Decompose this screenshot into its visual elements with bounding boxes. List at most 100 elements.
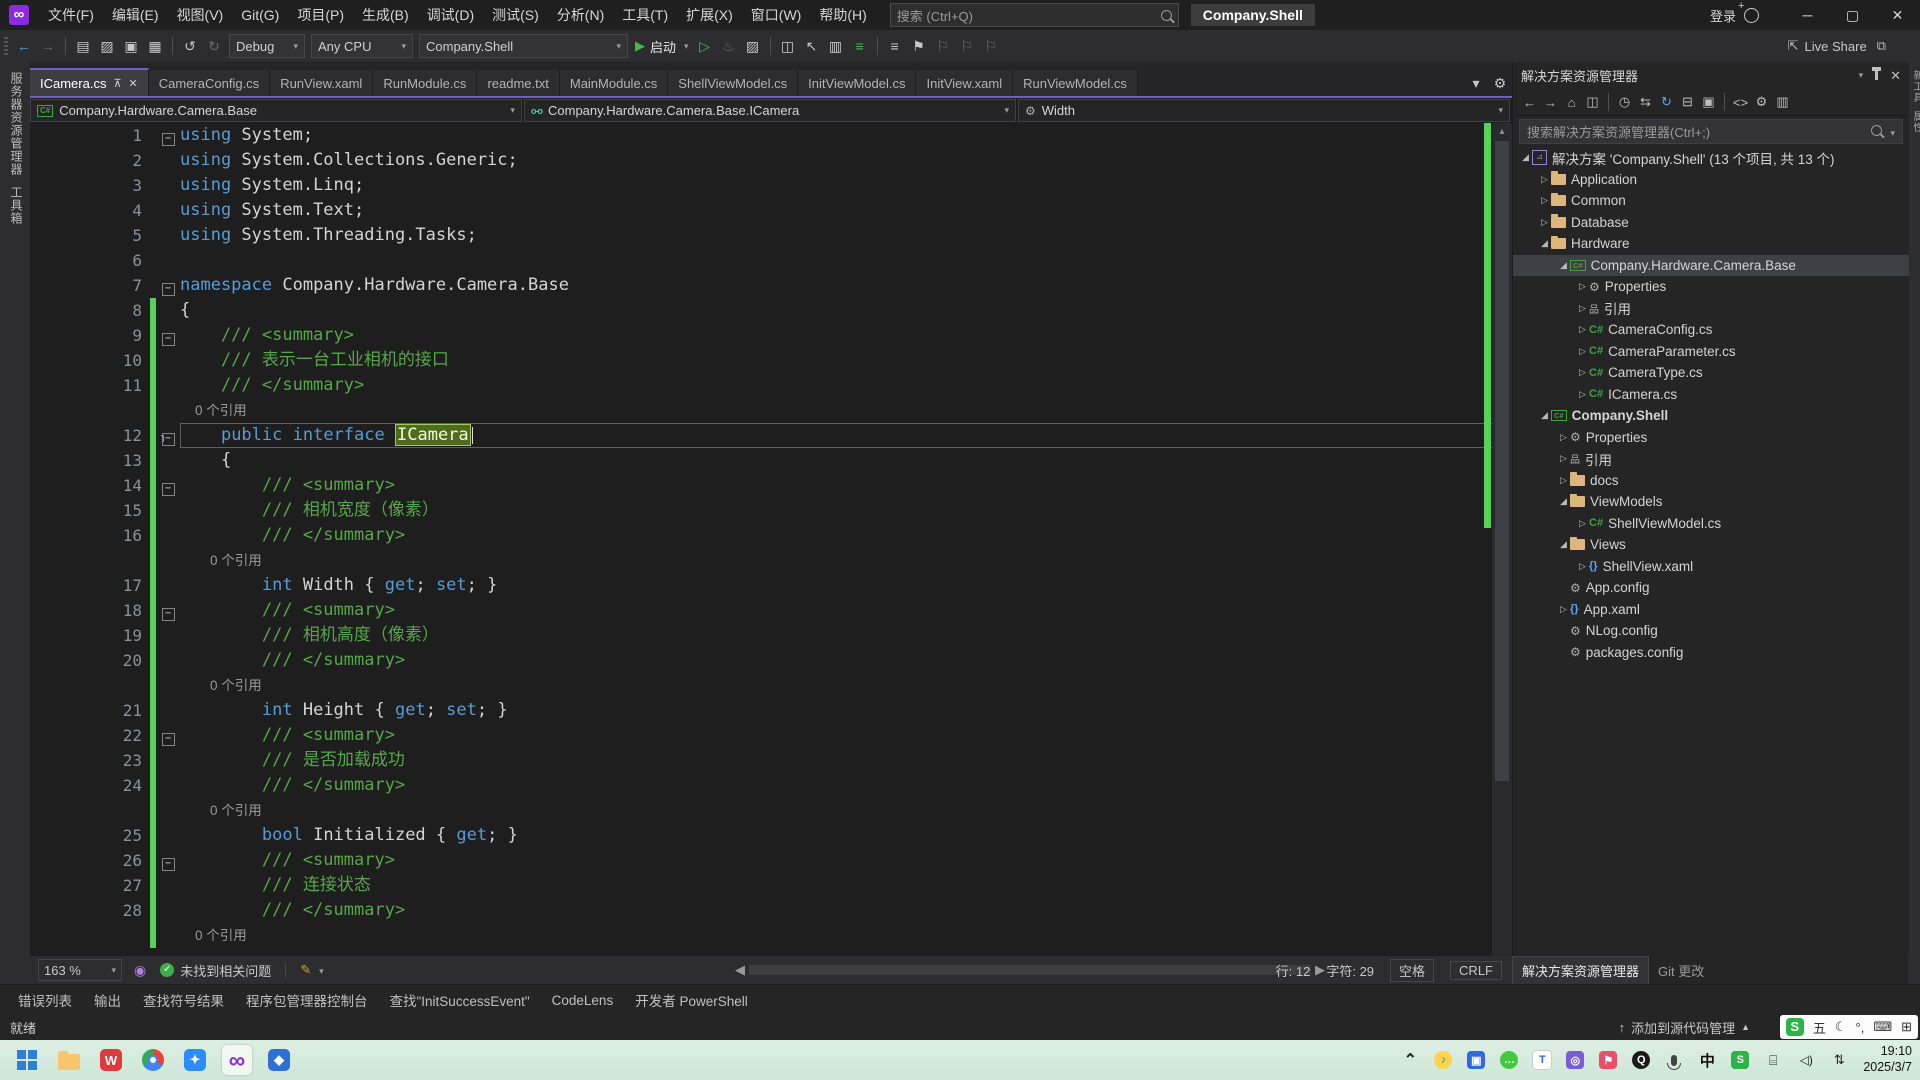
tray-volume[interactable]: ◁) <box>1796 1050 1816 1070</box>
menu-调试(D)[interactable]: 调试(D) <box>418 0 483 30</box>
doc-tab-RunView.xaml[interactable]: RunView.xaml <box>270 70 373 96</box>
spaces-indicator[interactable]: 空格 <box>1390 959 1434 982</box>
select-tool-button[interactable]: ↖ <box>801 35 823 57</box>
clear-bookmarks-button[interactable]: ⚐ <box>980 35 1002 57</box>
se-preview-button[interactable]: ▣ <box>1698 94 1719 110</box>
se-forward-button[interactable]: → <box>1540 95 1561 110</box>
hscroll-track[interactable] <box>749 965 1311 975</box>
tree-item-ShellViewModel.cs[interactable]: ▷C#ShellViewModel.cs <box>1513 513 1909 535</box>
minimize-button[interactable]: ─ <box>1785 0 1830 30</box>
code-fix-icon[interactable]: ✎▾ <box>300 962 323 978</box>
panel-close-icon[interactable]: ✕ <box>1890 68 1901 84</box>
fold-column[interactable]: − <box>156 848 180 873</box>
tree-item-引用[interactable]: ▷品引用 <box>1513 448 1909 470</box>
tree-item-ShellView.xaml[interactable]: ▷{}ShellView.xaml <box>1513 556 1909 578</box>
health-message[interactable]: 未找到相关问题 <box>180 961 271 980</box>
fold-marker-icon[interactable]: − <box>162 483 175 496</box>
tray-sogou[interactable]: S <box>1730 1050 1750 1070</box>
tray-network[interactable]: ⇅ <box>1829 1050 1849 1070</box>
expand-arrow-icon[interactable]: ▷ <box>1557 453 1570 464</box>
bottom-tab-查找符号结果[interactable]: 查找符号结果 <box>139 987 228 1013</box>
quick-search-input[interactable]: 搜索 (Ctrl+Q) <box>890 3 1179 27</box>
document-health-icon[interactable]: ◉ <box>134 962 146 979</box>
expand-arrow-icon[interactable]: ▷ <box>1576 518 1589 529</box>
ime-night-icon[interactable]: ☾ <box>1835 1019 1847 1035</box>
taskbar-clock[interactable]: 19:102025/3/7 <box>1863 1044 1912 1075</box>
save-all-button[interactable]: ▦ <box>144 35 166 57</box>
tree-item-Hardware[interactable]: ◢Hardware <box>1513 233 1909 255</box>
platform-select[interactable]: Any CPU▾ <box>311 34 413 58</box>
se-sync-button[interactable]: ⇆ <box>1635 94 1656 110</box>
expand-arrow-icon[interactable]: ◢ <box>1538 410 1551 421</box>
menu-Git(G)[interactable]: Git(G) <box>232 0 288 30</box>
expand-arrow-icon[interactable]: ▷ <box>1538 174 1551 185</box>
se-new-view-button[interactable]: ▥ <box>1772 94 1793 110</box>
panel-menu-icon[interactable]: ▾ <box>1859 70 1864 81</box>
doc-tab-CameraConfig.cs[interactable]: CameraConfig.cs <box>149 70 270 96</box>
expand-arrow-icon[interactable]: ▷ <box>1557 475 1570 486</box>
doc-tab-ShellViewModel.cs[interactable]: ShellViewModel.cs <box>668 70 798 96</box>
fold-marker-icon[interactable]: − <box>162 733 175 746</box>
tree-item-引用[interactable]: ▷品引用 <box>1513 298 1909 320</box>
start-without-debugging-button[interactable]: ▷ <box>694 35 716 57</box>
scrollbar-thumb[interactable] <box>1495 141 1509 781</box>
panel-tab-Git 更改[interactable]: Git 更改 <box>1649 957 1713 984</box>
window-layout-button[interactable]: ◫ <box>777 35 799 57</box>
debug-config-select[interactable]: Debug▾ <box>229 34 305 58</box>
breadcrumb-segment-2[interactable]: ⚙Width▾ <box>1018 99 1510 122</box>
solution-explorer-search-input[interactable]: 搜索解决方案资源管理器(Ctrl+;) ▾ <box>1519 119 1903 144</box>
save-button[interactable]: ▣ <box>120 35 142 57</box>
se-properties-button[interactable]: ⚙ <box>1751 94 1772 110</box>
expand-arrow-icon[interactable]: ▷ <box>1576 561 1589 572</box>
expand-arrow-icon[interactable]: ◢ <box>1557 496 1570 507</box>
expand-arrow-icon[interactable]: ▷ <box>1557 432 1570 443</box>
tray-pink-app[interactable]: ⚑ <box>1598 1050 1618 1070</box>
bottom-tab-输出[interactable]: 输出 <box>90 987 125 1013</box>
fold-marker-icon[interactable]: − <box>162 283 175 296</box>
expand-arrow-icon[interactable]: ◢ <box>1557 260 1570 271</box>
menu-扩展(X)[interactable]: 扩展(X) <box>677 0 742 30</box>
bookmark-button[interactable]: ⚑ <box>908 35 930 57</box>
expand-arrow-icon[interactable]: ▷ <box>1576 346 1589 357</box>
doc-tab-InitView.xaml[interactable]: InitView.xaml <box>916 70 1013 96</box>
se-refresh-button[interactable]: ↻ <box>1656 94 1677 110</box>
tree-item-Properties[interactable]: ▷⚙Properties <box>1513 427 1909 449</box>
fold-column[interactable]: − <box>156 323 180 348</box>
account-icon[interactable] <box>1744 8 1759 23</box>
editor-options-gear-icon[interactable]: ⚙ <box>1489 72 1511 94</box>
bottom-tab-开发者 PowerShell[interactable]: 开发者 PowerShell <box>631 987 752 1013</box>
tree-item-Views[interactable]: ◢Views <box>1513 534 1909 556</box>
zoom-select[interactable]: 163 %▾ <box>38 959 122 981</box>
bottom-tab-查找"InitSuccessEvent"[interactable]: 查找"InitSuccessEvent" <box>386 987 534 1013</box>
toolbox-vertical-tab[interactable]: 工具箱 <box>8 186 25 225</box>
tray-microphone[interactable] <box>1664 1050 1684 1070</box>
menu-窗口(W)[interactable]: 窗口(W) <box>742 0 811 30</box>
restore-button[interactable]: ▢ <box>1830 0 1875 30</box>
tree-item-Common[interactable]: ▷Common <box>1513 190 1909 212</box>
nav-back-button[interactable]: ← <box>13 35 35 57</box>
tree-item-CameraConfig.cs[interactable]: ▷C#CameraConfig.cs <box>1513 319 1909 341</box>
expand-arrow-icon[interactable]: ◢ <box>1557 539 1570 550</box>
menu-视图(V)[interactable]: 视图(V) <box>168 0 233 30</box>
taskbar-file-explorer[interactable] <box>54 1045 84 1075</box>
start-debugging-button[interactable]: ▶ 启动▾ <box>635 37 689 56</box>
expand-arrow-icon[interactable]: ◢ <box>1538 238 1551 249</box>
taskbar-meeting-app[interactable]: ✦ <box>180 1045 210 1075</box>
nav-forward-button[interactable]: → <box>37 35 59 57</box>
properties-vertical-tab[interactable]: 属性 <box>1909 111 1920 133</box>
quick-actions-icon[interactable]: ⌐ <box>149 435 174 443</box>
doc-tab-RunViewModel.cs[interactable]: RunViewModel.cs <box>1013 70 1138 96</box>
pin-icon[interactable] <box>1875 71 1878 80</box>
new-project-button[interactable]: ▤ <box>72 35 94 57</box>
vertical-scrollbar[interactable]: ▲ <box>1492 123 1512 956</box>
tree-item-ViewModels[interactable]: ◢ViewModels <box>1513 491 1909 513</box>
tree-item-App.config[interactable]: ⚙App.config <box>1513 577 1909 599</box>
taskbar-chrome[interactable] <box>138 1045 168 1075</box>
ime-toolbar[interactable]: S 五 ☾ °, ⌨ ⊞ <box>1780 1015 1918 1039</box>
scroll-up-arrow[interactable]: ▲ <box>1492 123 1512 139</box>
indent-button[interactable]: ≡ <box>849 35 871 57</box>
tray-tencent-docs[interactable]: T <box>1532 1050 1552 1070</box>
tray-qq-music[interactable]: ♪ <box>1433 1050 1453 1070</box>
expand-arrow-icon[interactable]: ▷ <box>1557 604 1570 615</box>
menu-生成(B)[interactable]: 生成(B) <box>353 0 418 30</box>
